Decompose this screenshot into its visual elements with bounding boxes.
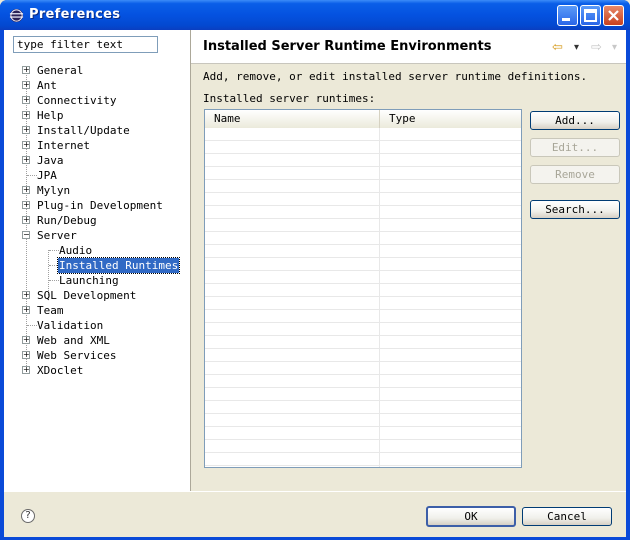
back-arrow-icon[interactable]: ⇦ [552, 40, 563, 55]
tree-item-label: Internet [37, 139, 90, 152]
cancel-button[interactable]: Cancel [522, 507, 612, 526]
tree-item-label: Team [37, 304, 64, 317]
tree-item-label: Validation [37, 319, 104, 332]
tree-item-label: Run/Debug [37, 214, 97, 227]
expand-icon[interactable]: + [22, 96, 30, 104]
expand-icon[interactable]: + [22, 336, 30, 344]
forward-dropdown-icon: ▾ [612, 42, 618, 53]
tree-item-label-selected: Installed Runtimes [56, 257, 181, 274]
table-body[interactable] [205, 128, 521, 467]
close-icon [608, 10, 619, 21]
expand-icon[interactable]: + [22, 186, 30, 194]
expand-icon[interactable]: + [22, 66, 30, 74]
dialog-button-bar: ? OK Cancel [4, 491, 626, 537]
expand-icon[interactable]: + [22, 126, 30, 134]
maximize-button[interactable] [580, 5, 601, 26]
tree-item-label: XDoclet [37, 364, 84, 377]
tree-item-label: Java [37, 154, 64, 167]
tree-item-label: General [37, 64, 84, 77]
expand-icon[interactable]: + [22, 201, 30, 209]
tree-connector [27, 175, 37, 176]
ok-button[interactable]: OK [426, 506, 516, 527]
runtimes-table-label: Installed server runtimes: [203, 92, 376, 105]
tree-item-label: Web Services [37, 349, 117, 362]
minimize-button[interactable] [557, 5, 578, 26]
tree-item-label: Ant [37, 79, 57, 92]
tree-item-label: Install/Update [37, 124, 130, 137]
tree-connector [49, 280, 59, 281]
page-title: Installed Server Runtime Environments [203, 39, 492, 54]
tree-item-label: Connectivity [37, 94, 117, 107]
preference-tree-panel: + General + Ant + Connectivity + Help + [4, 30, 191, 491]
page-header: Installed Server Runtime Environments ⇦ … [191, 30, 626, 64]
expand-icon[interactable]: + [22, 366, 30, 374]
tree-connector [27, 325, 37, 326]
maximize-icon [584, 9, 597, 22]
collapse-icon[interactable]: − [22, 231, 30, 239]
expand-icon[interactable]: + [22, 306, 30, 314]
runtimes-table[interactable]: Name Type [204, 109, 522, 468]
expand-icon[interactable]: + [22, 156, 30, 164]
table-header: Name Type [205, 110, 521, 129]
preference-page: Installed Server Runtime Environments ⇦ … [191, 30, 626, 491]
tree-item-label: Launching [59, 274, 119, 287]
expand-icon[interactable]: + [22, 216, 30, 224]
column-separator [379, 128, 380, 467]
tree-item-label: Plug-in Development [37, 199, 163, 212]
expand-icon[interactable]: + [22, 111, 30, 119]
tree-item-label: Server [37, 229, 77, 242]
dialog-client-area: + General + Ant + Connectivity + Help + [4, 30, 626, 537]
add-button[interactable]: Add... [530, 111, 620, 130]
tree-item-label: SQL Development [37, 289, 137, 302]
back-dropdown-icon[interactable]: ▾ [574, 42, 579, 53]
tree-item-label: JPA [37, 169, 57, 182]
tree-item-label: Mylyn [37, 184, 71, 197]
filter-input[interactable] [13, 36, 158, 53]
expand-icon[interactable]: + [22, 141, 30, 149]
preferences-window: Preferences + General + [0, 0, 630, 540]
eclipse-icon [9, 8, 24, 23]
expand-icon[interactable]: + [22, 351, 30, 359]
close-button[interactable] [603, 5, 624, 26]
expand-icon[interactable]: + [22, 81, 30, 89]
edit-button[interactable]: Edit... [530, 138, 620, 157]
tree-item-label: Help [37, 109, 64, 122]
minimize-icon [562, 18, 570, 21]
tree-connector [49, 250, 59, 251]
window-title: Preferences [29, 7, 121, 22]
column-header-type[interactable]: Type [379, 110, 521, 128]
remove-button[interactable]: Remove [530, 165, 620, 184]
column-header-name[interactable]: Name [205, 110, 380, 128]
tree-item-label: Audio [59, 244, 93, 257]
search-button[interactable]: Search... [530, 200, 620, 219]
tree-item-label: Web and XML [37, 334, 110, 347]
help-icon[interactable]: ? [21, 509, 35, 523]
page-description: Add, remove, or edit installed server ru… [203, 70, 588, 83]
forward-arrow-icon: ⇨ [591, 40, 602, 55]
title-bar[interactable]: Preferences [0, 0, 630, 30]
expand-icon[interactable]: + [22, 291, 30, 299]
